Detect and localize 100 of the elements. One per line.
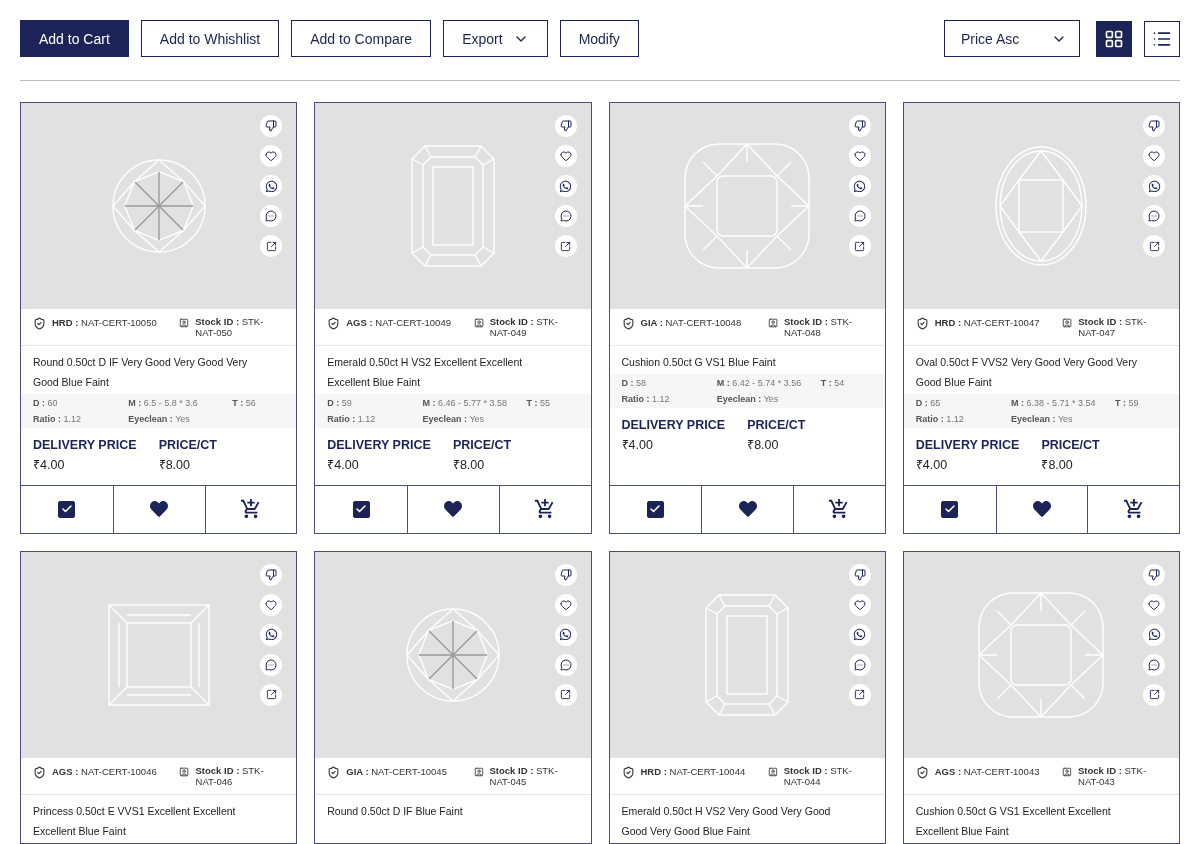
share-button[interactable] [554,683,577,706]
heart-icon [150,500,169,519]
id-card-icon [1062,317,1073,329]
external-link-icon [560,689,571,701]
thumbs-down-button[interactable] [848,115,871,137]
heart-icon [1148,598,1160,611]
whatsapp-button[interactable] [554,623,577,646]
thumbs-down-button[interactable] [260,115,283,137]
price-value: ₹8.00 [158,456,191,473]
heart-button[interactable] [554,593,577,616]
certificate-text: HRD : NAT-CERT-10050 [52,318,157,329]
spec-text: T : 59 [1115,397,1140,408]
price-value: ₹4.00 [621,436,654,453]
toolbar-button[interactable]: Modify [559,20,639,57]
heart-button[interactable] [260,593,283,616]
whatsapp-button[interactable] [1143,175,1165,197]
certificate-text: GIA : NAT-CERT-10048 [640,318,742,329]
whatsapp-button[interactable] [848,175,871,197]
whatsapp-button[interactable] [260,623,283,646]
external-link-icon [854,240,866,252]
stock-id-text: Stock ID : STK- NAT-044 [783,765,853,788]
heart-icon [444,500,463,519]
diamond-title: Oval 0.50ct F VVS2 Very Good Very Good Very Good Blue Faint [914,354,1138,390]
heart-icon [853,150,866,162]
whatsapp-icon [264,179,278,193]
whatsapp-icon [264,628,278,642]
toolbar-button[interactable]: Add to Cart [20,20,129,57]
id-card-icon [179,317,190,329]
thumbs-down-button[interactable] [554,563,577,586]
whatsapp-button[interactable] [1143,623,1165,646]
whatsapp-icon [559,628,572,642]
heart-icon [265,598,278,611]
stock-id-text: Stock ID : STK- NAT-050 [195,317,265,339]
price-label: PRICE/CT [747,417,807,432]
external-link-icon [1148,689,1160,701]
thumbs-down-button[interactable] [848,563,871,586]
chat-button[interactable] [1143,653,1165,676]
thumbs-down-icon [265,568,278,581]
chat-button[interactable] [260,205,283,227]
heart-icon [559,150,572,162]
heart-button[interactable] [848,593,871,616]
spec-text: D : 58 [621,377,648,388]
heart-button[interactable] [1143,593,1165,616]
whatsapp-button[interactable] [848,623,871,646]
heart-button[interactable] [1143,145,1165,167]
heart-icon [738,500,757,519]
heart-icon [853,598,866,611]
heart-button[interactable] [554,145,577,167]
stock-id-text: Stock ID : STK- NAT-045 [489,765,559,788]
shield-icon [33,317,46,330]
chat-icon [853,658,866,671]
stock-id-text: Stock ID : STK-NAT-049 [489,317,559,339]
sort-dropdown[interactable]: Price Asc [944,20,1080,57]
chat-button[interactable] [554,205,577,227]
price-value: ₹8.00 [1041,456,1074,473]
toolbar-button[interactable]: Add to Compare [291,20,432,57]
chat-button[interactable] [848,653,871,676]
grid-view-button[interactable] [1096,20,1132,57]
shield-icon [915,765,929,779]
thumbs-down-button[interactable] [260,563,283,586]
chat-button[interactable] [260,653,283,676]
whatsapp-button[interactable] [554,175,577,197]
share-button[interactable] [1143,683,1165,706]
spec-text: T : 54 [820,377,846,388]
share-button[interactable] [848,683,871,706]
heart-button[interactable] [260,145,283,167]
list-view-button[interactable] [1144,20,1180,57]
chat-button[interactable] [554,653,577,676]
diamond-title: Round 0.50ct D IF Blue Faint [326,803,464,819]
id-card-icon [179,765,190,778]
stock-id-text: Stock ID : STK-NAT-047 [1078,317,1148,339]
spec-text: T : 55 [526,397,552,408]
share-button[interactable] [260,683,283,706]
thumbs-down-button[interactable] [1143,115,1165,137]
share-button[interactable] [1143,235,1165,257]
thumbs-down-icon [1148,120,1160,132]
certificate-text: AGS : NAT-CERT-10046 [52,766,157,778]
heart-button[interactable] [848,145,871,167]
chat-button[interactable] [1143,205,1165,227]
external-link-icon [265,240,277,252]
spec-text: Ratio : 1.12 [621,393,671,404]
spec-text: Eyeclean : Yes [422,413,486,424]
share-button[interactable] [260,235,283,257]
thumbs-down-button[interactable] [554,115,577,137]
price-value: ₹8.00 [452,456,486,473]
shield-icon [621,317,635,330]
whatsapp-button[interactable] [260,175,283,197]
chat-button[interactable] [848,205,871,227]
spec-text: M : 6.42 - 5.74 * 3.56 [716,377,803,388]
certificate-text: AGS : NAT-CERT-10043 [934,766,1040,778]
share-button[interactable] [554,235,577,257]
thumbs-down-button[interactable] [1143,563,1165,586]
stock-id-text: Stock ID : STK- NAT-043 [1078,765,1148,788]
cart-plus-icon [1122,498,1145,521]
spec-text: M : 6.38 - 5.71 * 3.54 [1011,397,1097,408]
chat-icon [853,210,866,222]
external-link-icon [560,240,571,252]
toolbar-button[interactable]: Add to Whishlist [140,20,280,57]
toolbar-button[interactable]: Export [443,20,548,57]
share-button[interactable] [848,235,871,257]
